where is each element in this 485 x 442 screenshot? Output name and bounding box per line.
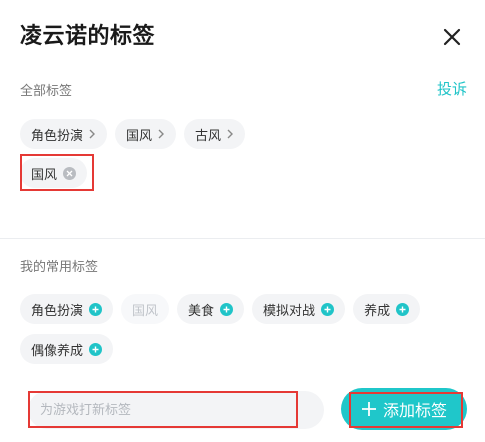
all-tags-label: 全部标签 <box>20 84 73 99</box>
chip-label: 模拟对战 <box>263 303 316 319</box>
category-chip-gufeng[interactable]: 古风 <box>184 119 246 149</box>
category-chip-guofeng[interactable]: 国风 <box>115 119 177 149</box>
all-tags-header: 全部标签 投诉 <box>20 80 467 100</box>
dialog-title: 凌云诺的标签 <box>20 24 156 49</box>
new-tag-input[interactable] <box>28 391 324 429</box>
common-tag-role-play[interactable]: 角色扮演 <box>20 294 114 324</box>
common-tag-food[interactable]: 美食 <box>177 294 245 324</box>
add-tag-icon[interactable] <box>89 302 103 316</box>
add-tag-icon[interactable] <box>396 302 410 316</box>
common-tag-idol-nurture[interactable]: 偶像养成 <box>20 334 114 364</box>
add-tag-icon[interactable] <box>89 342 103 356</box>
chip-label: 角色扮演 <box>31 303 84 319</box>
chevron-right-icon <box>226 129 234 139</box>
common-tags-row-2: 偶像养成 <box>20 334 114 364</box>
chevron-right-icon <box>157 129 165 139</box>
plus-icon <box>361 401 377 417</box>
chip-label: 美食 <box>188 303 215 319</box>
chip-label: 国风 <box>132 303 159 319</box>
add-tag-button[interactable]: 添加标签 <box>341 388 467 430</box>
selected-tags: 国风 <box>20 158 88 188</box>
category-chip-role-play[interactable]: 角色扮演 <box>20 119 108 149</box>
common-tags-header: 我的常用标签 <box>20 256 467 276</box>
new-tag-input-wrap <box>28 391 324 429</box>
add-tag-button-label: 添加标签 <box>382 401 447 420</box>
chevron-right-icon <box>88 129 96 139</box>
common-tags-label: 我的常用标签 <box>20 260 99 275</box>
chip-label: 古风 <box>195 128 222 144</box>
chip-label: 国风 <box>126 128 153 144</box>
common-tag-battle-sim[interactable]: 模拟对战 <box>252 294 346 324</box>
chip-label: 国风 <box>31 167 58 183</box>
common-tag-nurture[interactable]: 养成 <box>353 294 421 324</box>
chip-label: 偶像养成 <box>31 343 84 359</box>
add-tag-icon[interactable] <box>220 302 234 316</box>
chip-label: 养成 <box>364 303 391 319</box>
common-tags-row-1: 角色扮演 国风 美食 模拟对战 养成 <box>20 294 421 324</box>
close-icon[interactable] <box>441 26 463 48</box>
remove-tag-icon[interactable] <box>63 166 77 180</box>
chip-label: 角色扮演 <box>31 128 84 144</box>
section-divider <box>0 238 485 239</box>
selected-tag-guofeng[interactable]: 国风 <box>20 158 88 188</box>
common-tag-guofeng: 国风 <box>121 294 170 324</box>
dialog-header: 凌云诺的标签 <box>20 22 465 52</box>
category-chips: 角色扮演 国风 古风 <box>20 119 246 149</box>
report-link[interactable]: 投诉 <box>437 78 467 100</box>
add-tag-icon[interactable] <box>321 302 335 316</box>
